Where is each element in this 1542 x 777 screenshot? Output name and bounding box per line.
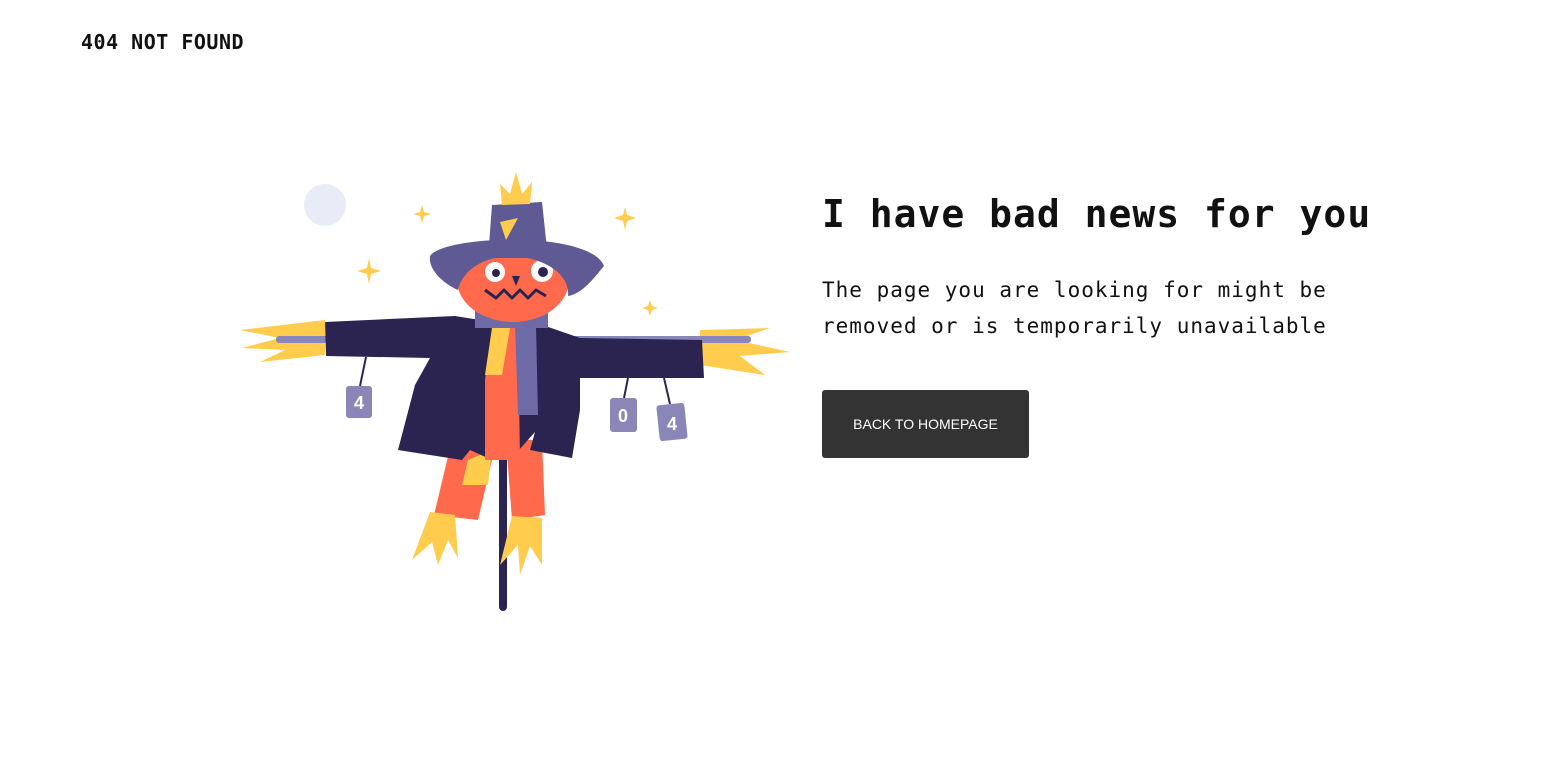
headline: I have bad news for you <box>822 192 1372 236</box>
right-straw-hand <box>700 328 790 375</box>
left-foot-straw <box>412 512 458 565</box>
can-label-left: 4 <box>354 393 364 413</box>
can-label-middle: 0 <box>618 406 628 426</box>
scarf-tail <box>515 325 538 415</box>
hat-top <box>488 202 548 258</box>
hat-straw <box>500 172 532 205</box>
can-label-right: 4 <box>667 414 677 434</box>
scarecrow-illustration: 4 0 4 <box>230 160 800 620</box>
back-to-homepage-button[interactable]: BACK TO HOMEPAGE <box>822 390 1029 458</box>
can-middle: 0 <box>610 377 637 432</box>
can-right: 4 <box>656 377 688 442</box>
error-content: I have bad news for you The page you are… <box>822 185 1382 458</box>
can-left: 4 <box>346 356 372 418</box>
moon-icon <box>304 184 346 226</box>
page-status-label: 404 NOT FOUND <box>81 30 245 54</box>
error-message: The page you are looking for might be re… <box>822 278 1327 338</box>
